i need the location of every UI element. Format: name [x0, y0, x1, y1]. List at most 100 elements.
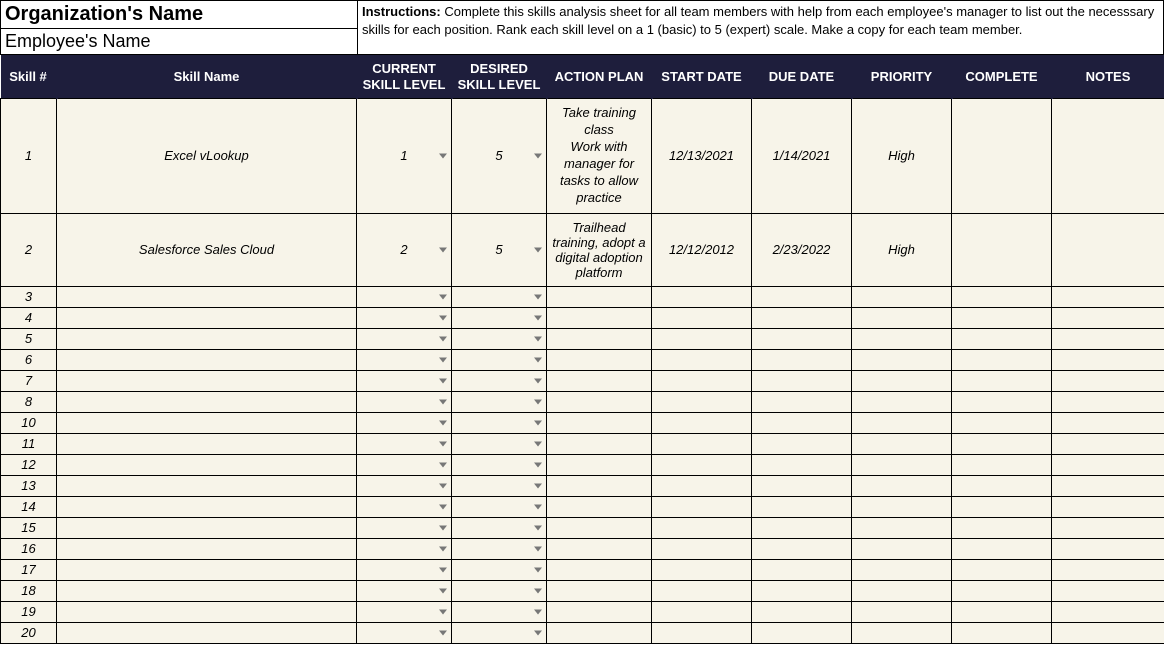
cell-skill-number[interactable]: 11 [1, 433, 57, 454]
cell-skill-number[interactable]: 20 [1, 622, 57, 643]
cell-start-date[interactable] [652, 601, 752, 622]
cell-desired-level[interactable] [452, 328, 547, 349]
cell-notes[interactable] [1052, 580, 1164, 601]
dropdown-arrow-icon[interactable] [439, 399, 447, 404]
cell-skill-name[interactable] [57, 454, 357, 475]
cell-due-date[interactable] [752, 370, 852, 391]
cell-action-plan[interactable] [547, 307, 652, 328]
cell-desired-level[interactable] [452, 496, 547, 517]
cell-priority[interactable] [852, 412, 952, 433]
cell-notes[interactable] [1052, 349, 1164, 370]
cell-skill-name[interactable] [57, 307, 357, 328]
cell-skill-name[interactable] [57, 349, 357, 370]
cell-start-date[interactable] [652, 517, 752, 538]
cell-due-date[interactable] [752, 328, 852, 349]
cell-action-plan[interactable] [547, 328, 652, 349]
cell-priority[interactable] [852, 601, 952, 622]
dropdown-arrow-icon[interactable] [534, 153, 542, 158]
cell-start-date[interactable] [652, 349, 752, 370]
dropdown-arrow-icon[interactable] [534, 399, 542, 404]
cell-priority[interactable] [852, 433, 952, 454]
cell-complete[interactable] [952, 601, 1052, 622]
cell-action-plan[interactable] [547, 454, 652, 475]
dropdown-arrow-icon[interactable] [534, 588, 542, 593]
cell-action-plan[interactable] [547, 580, 652, 601]
cell-due-date[interactable] [752, 601, 852, 622]
cell-desired-level[interactable] [452, 349, 547, 370]
cell-skill-number[interactable]: 19 [1, 601, 57, 622]
dropdown-arrow-icon[interactable] [439, 441, 447, 446]
dropdown-arrow-icon[interactable] [534, 630, 542, 635]
cell-current-level[interactable] [357, 370, 452, 391]
cell-skill-name[interactable] [57, 559, 357, 580]
cell-start-date[interactable] [652, 433, 752, 454]
cell-complete[interactable] [952, 454, 1052, 475]
cell-desired-level[interactable] [452, 454, 547, 475]
dropdown-arrow-icon[interactable] [439, 609, 447, 614]
cell-action-plan[interactable]: Trailhead training, adopt a digital adop… [547, 213, 652, 286]
cell-start-date[interactable] [652, 307, 752, 328]
cell-current-level[interactable] [357, 538, 452, 559]
cell-current-level[interactable] [357, 454, 452, 475]
cell-skill-name[interactable] [57, 391, 357, 412]
dropdown-arrow-icon[interactable] [439, 567, 447, 572]
cell-action-plan[interactable] [547, 517, 652, 538]
cell-skill-number[interactable]: 6 [1, 349, 57, 370]
dropdown-arrow-icon[interactable] [439, 462, 447, 467]
cell-desired-level[interactable]: 5 [452, 213, 547, 286]
dropdown-arrow-icon[interactable] [534, 420, 542, 425]
cell-priority[interactable] [852, 286, 952, 307]
cell-complete[interactable] [952, 412, 1052, 433]
cell-notes[interactable] [1052, 496, 1164, 517]
dropdown-arrow-icon[interactable] [439, 420, 447, 425]
dropdown-arrow-icon[interactable] [439, 525, 447, 530]
dropdown-arrow-icon[interactable] [439, 546, 447, 551]
cell-action-plan[interactable] [547, 559, 652, 580]
cell-desired-level[interactable] [452, 475, 547, 496]
cell-action-plan[interactable] [547, 622, 652, 643]
cell-notes[interactable] [1052, 601, 1164, 622]
cell-skill-name[interactable] [57, 433, 357, 454]
cell-notes[interactable] [1052, 454, 1164, 475]
cell-action-plan[interactable] [547, 412, 652, 433]
cell-action-plan[interactable] [547, 433, 652, 454]
cell-notes[interactable] [1052, 391, 1164, 412]
cell-due-date[interactable]: 1/14/2021 [752, 99, 852, 213]
cell-skill-number[interactable]: 1 [1, 99, 57, 213]
cell-start-date[interactable] [652, 286, 752, 307]
cell-skill-number[interactable]: 8 [1, 391, 57, 412]
dropdown-arrow-icon[interactable] [439, 378, 447, 383]
cell-skill-name[interactable] [57, 412, 357, 433]
cell-desired-level[interactable] [452, 307, 547, 328]
dropdown-arrow-icon[interactable] [439, 588, 447, 593]
cell-due-date[interactable] [752, 307, 852, 328]
cell-start-date[interactable] [652, 538, 752, 559]
cell-skill-number[interactable]: 5 [1, 328, 57, 349]
cell-action-plan[interactable] [547, 349, 652, 370]
cell-current-level[interactable] [357, 559, 452, 580]
cell-desired-level[interactable] [452, 391, 547, 412]
cell-skill-number[interactable]: 14 [1, 496, 57, 517]
cell-complete[interactable] [952, 370, 1052, 391]
dropdown-arrow-icon[interactable] [534, 546, 542, 551]
cell-skill-name[interactable] [57, 580, 357, 601]
cell-skill-name[interactable] [57, 538, 357, 559]
cell-complete[interactable] [952, 391, 1052, 412]
cell-action-plan[interactable] [547, 475, 652, 496]
cell-due-date[interactable] [752, 475, 852, 496]
cell-desired-level[interactable] [452, 370, 547, 391]
cell-notes[interactable] [1052, 433, 1164, 454]
cell-action-plan[interactable] [547, 370, 652, 391]
cell-skill-number[interactable]: 12 [1, 454, 57, 475]
cell-notes[interactable] [1052, 99, 1164, 213]
dropdown-arrow-icon[interactable] [439, 357, 447, 362]
cell-skill-name[interactable] [57, 601, 357, 622]
cell-complete[interactable] [952, 559, 1052, 580]
cell-skill-name[interactable]: Excel vLookup [57, 99, 357, 213]
cell-notes[interactable] [1052, 412, 1164, 433]
cell-complete[interactable] [952, 433, 1052, 454]
cell-due-date[interactable] [752, 496, 852, 517]
cell-complete[interactable] [952, 496, 1052, 517]
dropdown-arrow-icon[interactable] [534, 315, 542, 320]
cell-notes[interactable] [1052, 559, 1164, 580]
